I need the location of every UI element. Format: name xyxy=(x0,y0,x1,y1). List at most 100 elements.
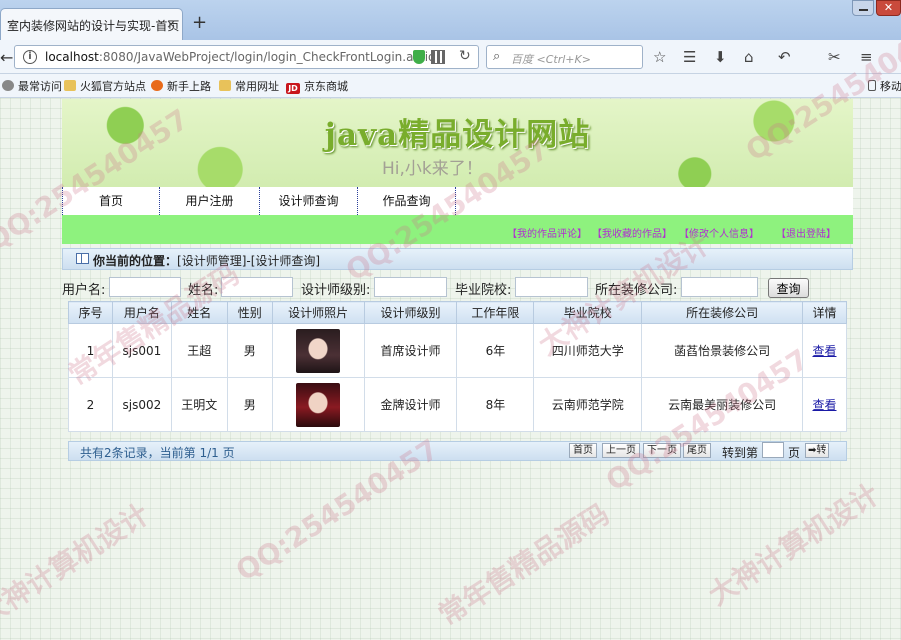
col-header-name: 姓名 xyxy=(170,301,228,324)
bookmarks-bar: 最常访问 火狐官方站点 新手上路 常用网址 JD 京东商城 移动 xyxy=(0,74,901,98)
firefox-icon xyxy=(151,80,163,91)
query-button[interactable]: 查询 xyxy=(768,278,809,298)
last-page-button[interactable]: 尾页 xyxy=(683,443,711,458)
cell-gender: 男 xyxy=(226,323,273,378)
undo-icon[interactable]: ↶ xyxy=(778,48,791,66)
cell-photo xyxy=(271,323,365,378)
my-work-comments-link[interactable]: 【我的作品评论】 xyxy=(507,225,587,240)
menu-item-register[interactable]: 用户注册 xyxy=(159,187,259,215)
cell-no: 1 xyxy=(68,323,113,378)
breadcrumb: 你当前的位置：[设计师管理]-[设计师查询] xyxy=(62,248,853,270)
cell-detail: 查看 xyxy=(801,377,848,432)
designer-photo xyxy=(296,382,341,427)
col-header-level: 设计师级别 xyxy=(363,301,458,324)
next-page-button[interactable]: 下一页 xyxy=(643,443,681,458)
screenshot-crop-icon[interactable]: ✂ xyxy=(828,48,841,66)
goto-label: 转到第 xyxy=(722,446,759,460)
shield-icon[interactable] xyxy=(413,50,425,64)
home-icon[interactable]: ⌂ xyxy=(744,48,754,66)
bookmark-jd[interactable]: JD 京东商城 xyxy=(286,78,348,94)
bookmark-mobile[interactable]: 移动 xyxy=(868,78,901,94)
cell-username: sjs002 xyxy=(111,377,172,432)
reader-list-icon[interactable]: ☰ xyxy=(683,48,696,66)
search-icon: ⌕ xyxy=(493,49,501,64)
browser-nav-bar: ← i localhost:8080/JavaWebProject/login/… xyxy=(0,40,901,74)
bookmark-common-sites[interactable]: 常用网址 xyxy=(219,78,279,94)
table-row: 1 sjs001 王超 男 首席设计师 6年 四川师范大学 菡萏怡景装修公司 查… xyxy=(68,323,848,378)
table-row: 2 sjs002 王明文 男 金牌设计师 8年 云南师范学院 云南最美丽装修公司… xyxy=(68,377,848,432)
bookmark-most-visited[interactable]: 最常访问 xyxy=(2,78,62,94)
site-title: java精品设计网站 xyxy=(324,117,591,153)
cell-years: 8年 xyxy=(456,377,535,432)
cell-username: sjs001 xyxy=(111,323,172,378)
page-content: java精品设计网站 Hi,小k来了！ 首页 用户注册 设计师查询 作品查询 【… xyxy=(0,98,901,640)
phone-icon xyxy=(868,80,876,91)
minimize-window-icon[interactable] xyxy=(852,0,874,16)
menu-item-home[interactable]: 首页 xyxy=(62,187,159,215)
bookmark-star-icon[interactable]: ☆ xyxy=(653,48,666,66)
browser-tab-bar: 室内装修网站的设计与实现-首页 × + ✕ xyxy=(0,0,901,40)
school-input[interactable] xyxy=(515,277,588,297)
level-label: 设计师级别: xyxy=(301,283,371,298)
view-detail-link[interactable]: 查看 xyxy=(812,398,836,412)
close-window-icon[interactable]: ✕ xyxy=(876,0,901,16)
window-icon xyxy=(76,253,89,264)
goto-button[interactable]: ➡转 xyxy=(805,443,830,458)
goto-unit: 页 xyxy=(788,446,801,460)
prev-page-button[interactable]: 上一页 xyxy=(602,443,640,458)
col-header-company: 所在装修公司 xyxy=(641,301,803,324)
edit-profile-link[interactable]: 【修改个人信息】 xyxy=(679,225,759,240)
download-icon[interactable]: ⬇ xyxy=(714,48,727,66)
designer-table: 序号 用户名 姓名 性别 设计师照片 设计师级别 工作年限 毕业院校 所在装修公… xyxy=(68,301,848,432)
new-tab-icon[interactable]: + xyxy=(192,12,207,33)
col-header-no: 序号 xyxy=(68,301,113,324)
search-form: 用户名: 姓名: 设计师级别: 毕业院校: 所在装修公司: 查询 xyxy=(62,277,853,299)
name-input[interactable] xyxy=(221,277,293,297)
cell-school: 云南师范学院 xyxy=(533,377,643,432)
bookmark-getting-started[interactable]: 新手上路 xyxy=(151,78,211,94)
cell-years: 6年 xyxy=(456,323,535,378)
logout-link[interactable]: 【退出登陆】 xyxy=(776,225,836,240)
site-banner: java精品设计网站 Hi,小k来了！ xyxy=(62,99,853,187)
username-input[interactable] xyxy=(109,277,181,297)
breadcrumb-text: 你当前的位置：[设计师管理]-[设计师查询] xyxy=(93,254,321,268)
cell-no: 2 xyxy=(68,377,113,432)
cell-level: 首席设计师 xyxy=(363,323,458,378)
search-placeholder: 百度 <Ctrl+K> xyxy=(511,53,591,66)
col-header-detail: 详情 xyxy=(801,301,848,324)
view-detail-link[interactable]: 查看 xyxy=(812,344,836,358)
pagination-bar: 共有2条记录，当前第 1/1 页 首页 上一页 下一页 尾页 转到第 页 ➡转 xyxy=(68,441,847,461)
browser-tab[interactable]: 室内装修网站的设计与实现-首页 × xyxy=(0,8,183,40)
back-arrow-icon[interactable]: ← xyxy=(0,48,13,67)
reload-icon[interactable]: ↻ xyxy=(459,48,471,64)
table-header-row: 序号 用户名 姓名 性别 设计师照片 设计师级别 工作年限 毕业院校 所在装修公… xyxy=(68,301,848,324)
close-tab-icon[interactable]: × xyxy=(166,17,176,31)
user-links-bar: 【我的作品评论】 【我收藏的作品】 【修改个人信息】 【退出登陆】 xyxy=(62,215,853,244)
col-header-gender: 性别 xyxy=(226,301,273,324)
company-label: 所在装修公司: xyxy=(595,283,678,298)
qr-code-icon[interactable] xyxy=(431,50,445,64)
col-header-years: 工作年限 xyxy=(456,301,535,324)
site-info-icon[interactable]: i xyxy=(23,50,37,64)
cell-detail: 查看 xyxy=(801,323,848,378)
first-page-button[interactable]: 首页 xyxy=(569,443,597,458)
company-input[interactable] xyxy=(681,277,758,297)
username-label: 用户名: xyxy=(62,283,106,298)
menu-item-work-query[interactable]: 作品查询 xyxy=(357,187,456,215)
col-header-school: 毕业院校 xyxy=(533,301,643,324)
goto-page-input[interactable] xyxy=(762,442,784,458)
bookmark-firefox-site[interactable]: 火狐官方站点 xyxy=(64,78,146,94)
cell-company: 云南最美丽装修公司 xyxy=(641,377,803,432)
search-box[interactable]: ⌕ 百度 <Ctrl+K> xyxy=(486,45,643,69)
my-favorites-link[interactable]: 【我收藏的作品】 xyxy=(592,225,672,240)
jd-icon: JD xyxy=(286,83,300,94)
cell-school: 四川师范大学 xyxy=(533,323,643,378)
gear-icon xyxy=(2,80,14,91)
menu-icon[interactable]: ≡ xyxy=(860,48,873,66)
col-header-username: 用户名 xyxy=(111,301,172,324)
menu-item-designer-query[interactable]: 设计师查询 xyxy=(259,187,357,215)
level-input[interactable] xyxy=(374,277,447,297)
address-bar[interactable]: i localhost:8080/JavaWebProject/login/lo… xyxy=(14,45,479,69)
tab-title: 室内装修网站的设计与实现-首页 xyxy=(7,19,180,33)
school-label: 毕业院校: xyxy=(455,283,512,298)
